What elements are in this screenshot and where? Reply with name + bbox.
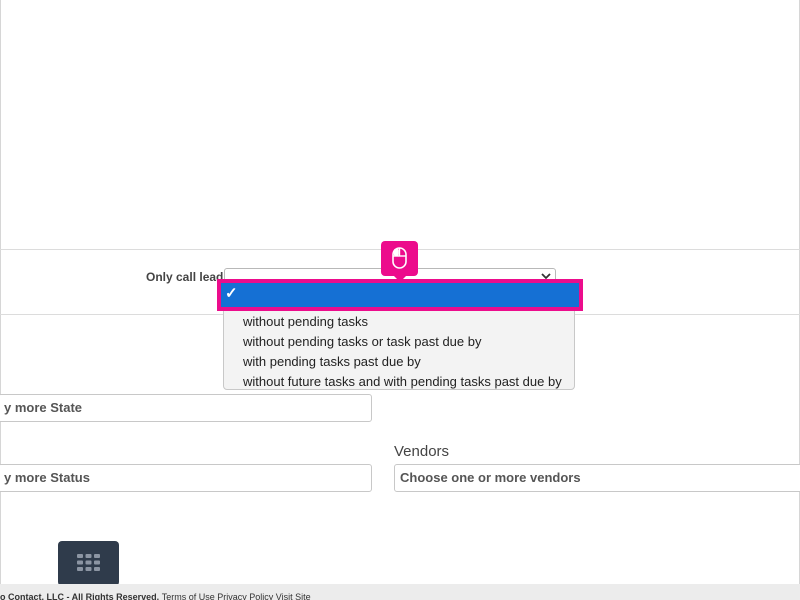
dropdown-option-without-pending-tasks[interactable]: without pending tasks [243,314,368,329]
dropdown-option-with-pending-past-due[interactable]: with pending tasks past due by [243,354,421,369]
vendors-multiselect[interactable]: Choose one or more vendors [394,464,800,492]
checkmark-icon: ✓ [225,285,238,302]
dropdown-option-without-pending-or-past-due[interactable]: without pending tasks or task past due b… [243,334,481,349]
footer-link-visit-site[interactable]: Visit Site [276,584,311,600]
left-border [0,0,1,600]
only-call-leads-dropdown: ✓ without pending tasks without pending … [217,279,583,390]
dropdown-option-without-future-with-pending-past-due[interactable]: without future tasks and with pending ta… [243,374,562,389]
vendors-label: Vendors [394,443,450,460]
grid-menu-button[interactable] [58,541,119,586]
footer-copyright: o Contact, LLC - All Rights Reserved. [0,592,160,600]
footer-link-terms[interactable]: Terms of Use [162,584,215,600]
footer-link-privacy[interactable]: Privacy Policy [217,584,273,600]
mouse-click-icon [381,241,418,282]
footer: o Contact, LLC - All Rights Reserved. Te… [0,584,800,600]
state-multiselect[interactable]: y more State [0,394,372,422]
only-call-leads-label: Only call leads [146,270,231,284]
status-multiselect[interactable]: y more Status [0,464,372,492]
dropdown-option-selected[interactable]: ✓ [217,279,583,311]
